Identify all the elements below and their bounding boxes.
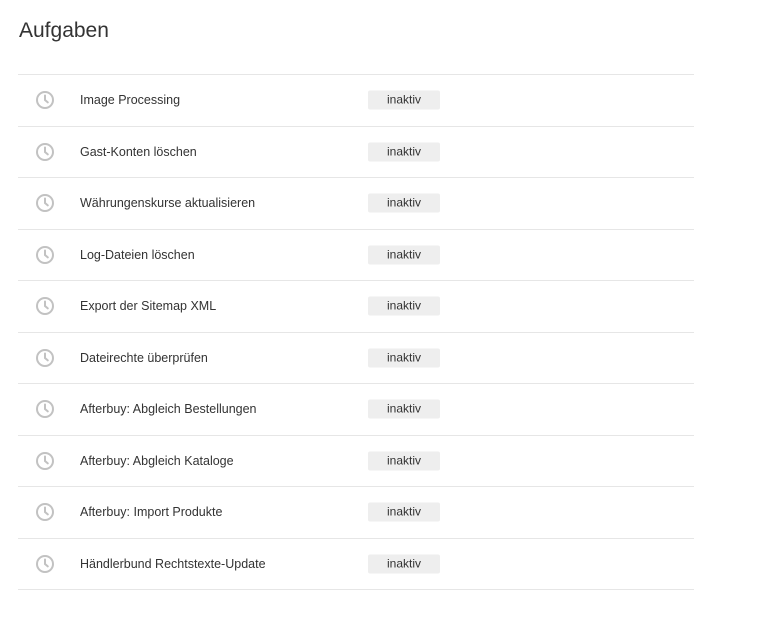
status-badge: inaktiv bbox=[368, 502, 440, 522]
clock-icon bbox=[35, 90, 55, 110]
status-badge: inaktiv bbox=[368, 142, 440, 162]
task-row[interactable]: Image Processing inaktiv bbox=[18, 75, 694, 127]
clock-icon bbox=[35, 554, 55, 574]
status-badge: inaktiv bbox=[368, 554, 440, 574]
page-title: Aufgaben bbox=[19, 19, 109, 42]
task-name[interactable]: Afterbuy: Abgleich Bestellungen bbox=[80, 402, 257, 416]
clock-icon bbox=[35, 296, 55, 316]
clock-icon bbox=[35, 399, 55, 419]
task-name[interactable]: Image Processing bbox=[80, 93, 180, 107]
task-name[interactable]: Afterbuy: Abgleich Kataloge bbox=[80, 454, 234, 468]
status-badge: inaktiv bbox=[368, 451, 440, 471]
task-name[interactable]: Gast-Konten löschen bbox=[80, 145, 197, 159]
task-row[interactable]: Dateirechte überprüfen inaktiv bbox=[18, 333, 694, 384]
task-row[interactable]: Gast-Konten löschen inaktiv bbox=[18, 127, 694, 178]
status-badge: inaktiv bbox=[368, 399, 440, 419]
task-row[interactable]: Afterbuy: Abgleich Bestellungen inaktiv bbox=[18, 384, 694, 436]
status-badge: inaktiv bbox=[368, 245, 440, 265]
status-badge: inaktiv bbox=[368, 193, 440, 213]
clock-icon bbox=[35, 245, 55, 265]
clock-icon bbox=[35, 502, 55, 522]
clock-icon bbox=[35, 451, 55, 471]
task-name[interactable]: Log-Dateien löschen bbox=[80, 248, 195, 262]
status-badge: inaktiv bbox=[368, 348, 440, 368]
task-name[interactable]: Händlerbund Rechtstexte-Update bbox=[80, 557, 266, 571]
task-name[interactable]: Export der Sitemap XML bbox=[80, 299, 216, 313]
task-name[interactable]: Dateirechte überprüfen bbox=[80, 351, 208, 365]
task-row[interactable]: Log-Dateien löschen inaktiv bbox=[18, 230, 694, 281]
task-row[interactable]: Währungenskurse aktualisieren inaktiv bbox=[18, 178, 694, 230]
task-row[interactable]: Export der Sitemap XML inaktiv bbox=[18, 281, 694, 333]
task-row[interactable]: Händlerbund Rechtstexte-Update inaktiv bbox=[18, 539, 694, 590]
clock-icon bbox=[35, 193, 55, 213]
task-name[interactable]: Afterbuy: Import Produkte bbox=[80, 505, 222, 519]
clock-icon bbox=[35, 142, 55, 162]
task-row[interactable]: Afterbuy: Abgleich Kataloge inaktiv bbox=[18, 436, 694, 487]
task-list: Image Processing inaktiv Gast-Konten lös… bbox=[18, 74, 694, 590]
task-row[interactable]: Afterbuy: Import Produkte inaktiv bbox=[18, 487, 694, 539]
clock-icon bbox=[35, 348, 55, 368]
task-name[interactable]: Währungenskurse aktualisieren bbox=[80, 196, 255, 210]
status-badge: inaktiv bbox=[368, 90, 440, 110]
status-badge: inaktiv bbox=[368, 296, 440, 316]
